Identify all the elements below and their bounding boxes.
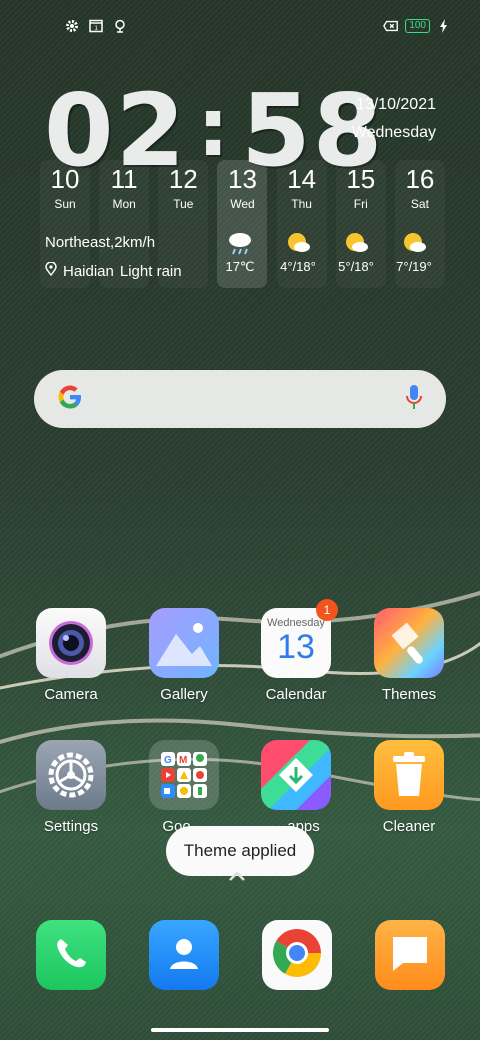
app-market-icon[interactable] <box>261 740 331 810</box>
calendar-icon[interactable]: Wednesday 13 1 <box>261 599 338 678</box>
weekday: Wednesday <box>351 124 436 141</box>
day-label: Wed <box>230 197 255 211</box>
day-label: Sat <box>410 197 429 211</box>
status-bar-left: 1 <box>64 18 128 34</box>
dock-phone[interactable] <box>36 920 106 990</box>
calendar-icon-day: 13 <box>277 628 315 666</box>
app-label: Camera <box>44 686 98 703</box>
forecast-sat: 7°/19° <box>384 230 444 274</box>
forecast-temp: 17℃ <box>225 259 255 274</box>
app-camera[interactable]: Camera <box>21 608 121 703</box>
app-market[interactable]: …apps <box>246 740 346 835</box>
app-label: Cleaner <box>382 818 436 835</box>
messages-icon <box>389 933 431 978</box>
themes-icon[interactable] <box>374 608 444 678</box>
app-folder-google[interactable]: G M Goo… <box>134 740 234 835</box>
app-label: Calendar <box>265 686 327 703</box>
forecast-temp: 7°/19° <box>396 259 432 274</box>
partly-sunny-icon <box>384 230 444 259</box>
gallery-icon[interactable] <box>149 608 219 678</box>
dock-messages[interactable] <box>375 920 445 990</box>
notification-badge: 1 <box>316 599 338 621</box>
app-label: Settings <box>43 818 99 835</box>
calendar-1-icon: 1 <box>88 18 104 34</box>
app-gallery[interactable]: Gallery <box>134 608 234 703</box>
chevron-up-icon[interactable] <box>228 866 246 887</box>
dock-chrome[interactable] <box>262 920 332 990</box>
google-g-icon[interactable] <box>56 383 84 416</box>
day-label: Fri <box>353 197 368 211</box>
day-number: 13 <box>228 164 257 194</box>
status-bar-right: 100 <box>383 18 452 34</box>
settings-icon[interactable] <box>36 740 106 810</box>
mic-icon[interactable] <box>404 383 424 416</box>
day-label: Mon <box>112 197 136 211</box>
forecast-temp: 4°/18° <box>280 259 316 274</box>
partly-sunny-icon <box>326 230 386 259</box>
forecast-temp: 5°/18° <box>338 259 374 274</box>
sim-off-icon <box>383 18 399 34</box>
camera-icon[interactable] <box>36 608 106 678</box>
day-number: 16 <box>405 164 435 194</box>
svg-text:G: G <box>164 755 172 766</box>
day-label: Thu <box>291 197 312 211</box>
location-info: Haidian Light rain <box>45 261 182 280</box>
wind-info: Northeast,2km/h <box>45 234 156 251</box>
dock-contacts[interactable] <box>149 920 219 990</box>
forecast-wed: 17℃ <box>210 230 270 275</box>
cleaner-icon[interactable] <box>374 740 444 810</box>
day-number: 15 <box>346 164 376 194</box>
day-number: 10 <box>50 164 80 194</box>
day-number: 11 <box>110 164 138 194</box>
partly-sunny-icon <box>268 230 328 259</box>
app-calendar[interactable]: Wednesday 13 1 Calendar <box>246 599 346 703</box>
app-themes[interactable]: Themes <box>359 608 459 703</box>
google-search-bar[interactable] <box>34 370 446 428</box>
charging-icon <box>436 18 452 34</box>
app-settings[interactable]: Settings <box>21 740 121 835</box>
day-label: Tue <box>173 197 194 211</box>
chrome-icon <box>269 925 325 986</box>
forecast-fri: 5°/18° <box>326 230 386 274</box>
location-icon <box>112 18 128 34</box>
day-number: 12 <box>168 164 198 194</box>
rain-cloud-icon <box>210 230 270 259</box>
battery-icon: 100 <box>405 19 430 33</box>
day-label: Sun <box>54 197 76 211</box>
svg-text:M: M <box>179 755 187 766</box>
day-number: 14 <box>287 164 317 194</box>
phone-icon <box>51 933 91 978</box>
contacts-icon <box>164 933 204 978</box>
map-pin-icon <box>45 261 57 280</box>
date: 13/10/2021 <box>355 96 436 113</box>
weather-condition: Light rain <box>119 262 182 280</box>
app-cleaner[interactable]: Cleaner <box>359 740 459 835</box>
location-name: Haidian <box>63 262 114 280</box>
home-indicator[interactable] <box>151 1028 329 1032</box>
gear-icon <box>64 18 80 34</box>
forecast-thu: 4°/18° <box>268 230 328 274</box>
app-label: Themes <box>381 686 437 703</box>
app-label: Gallery <box>160 686 208 703</box>
google-folder-icon[interactable]: G M <box>149 740 219 810</box>
